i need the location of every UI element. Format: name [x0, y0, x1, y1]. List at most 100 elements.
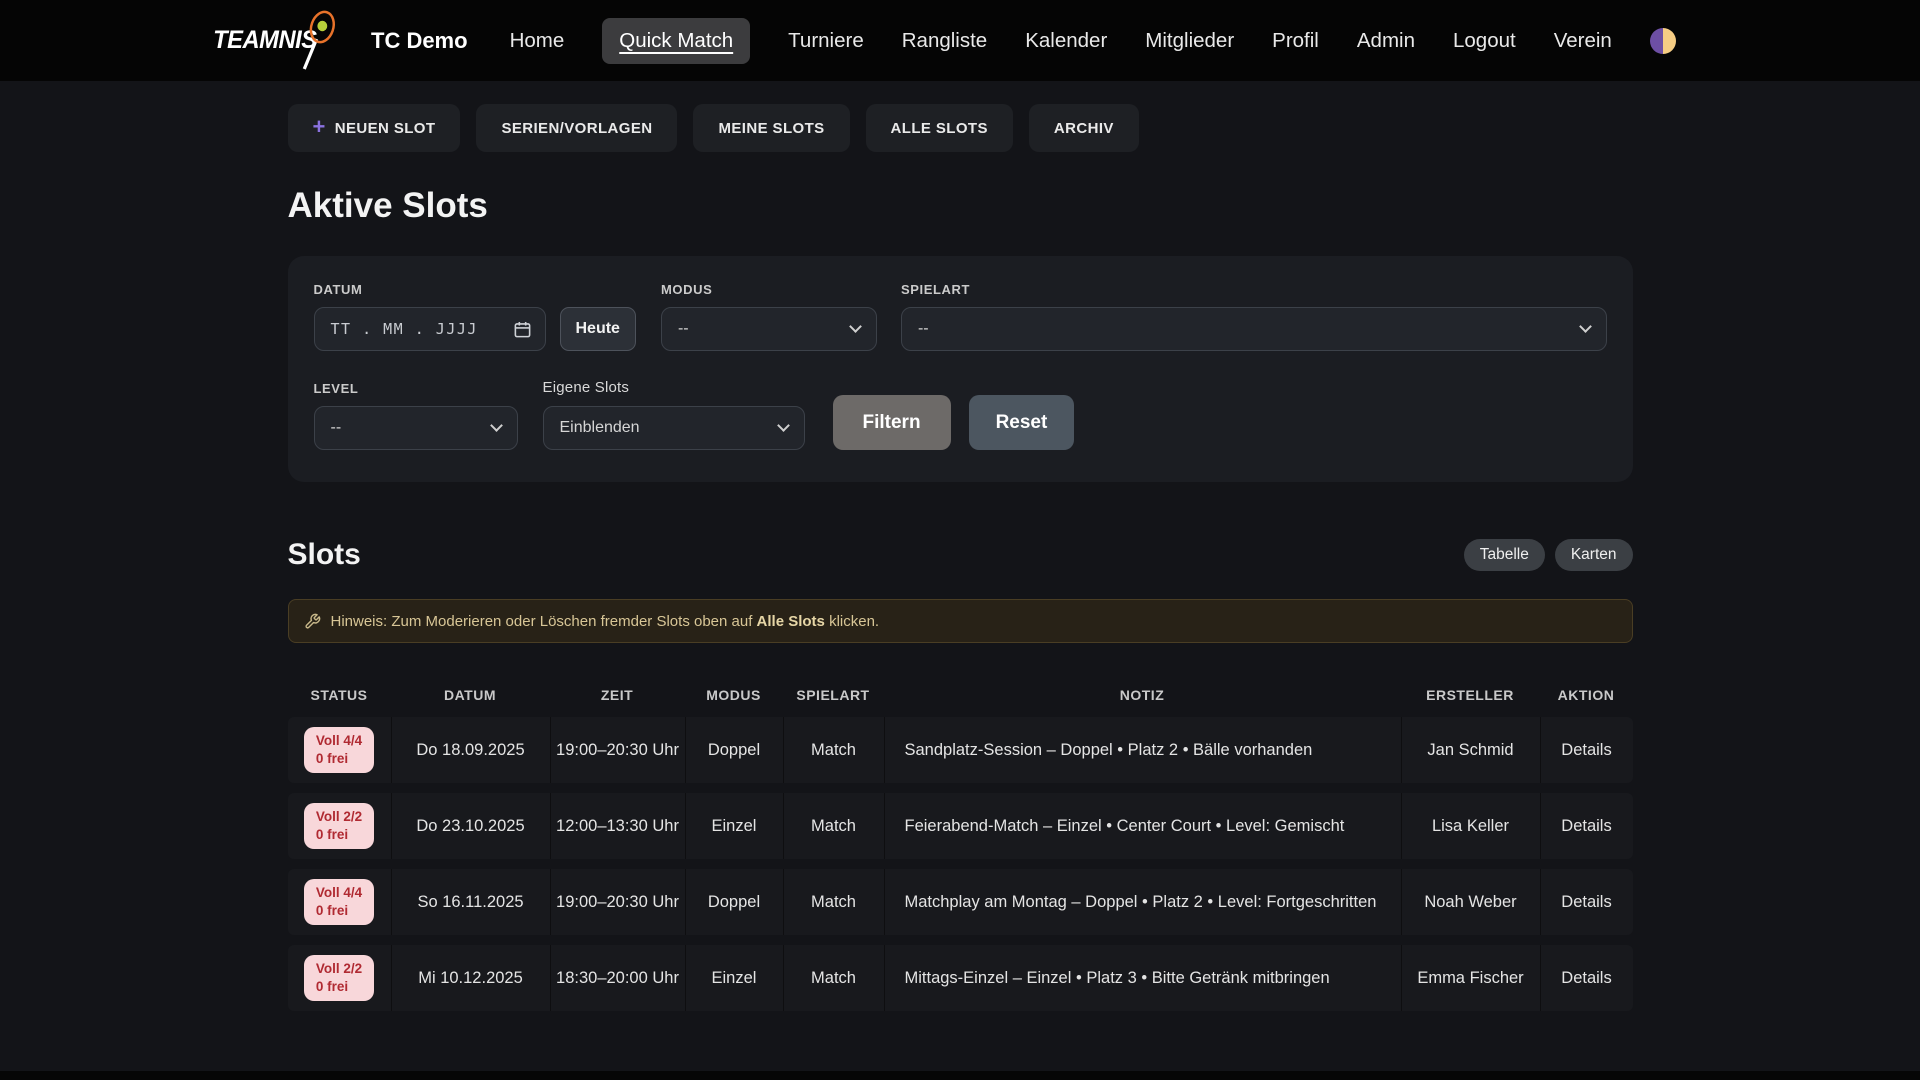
- serien-vorlagen-button[interactable]: SERIEN/VORLAGEN: [476, 104, 677, 152]
- status-cell: Voll 4/40 frei: [288, 717, 391, 783]
- table-row: Voll 2/20 frei Do 23.10.2025 12:00–13:30…: [288, 793, 1633, 859]
- chevron-down-icon: [1579, 320, 1592, 333]
- modus-value: --: [678, 320, 689, 338]
- spielart-cell: Match: [783, 717, 884, 783]
- eigene-slots-value: Einblenden: [560, 419, 640, 437]
- column-header-modus: MODUS: [685, 687, 783, 703]
- notice-text: Hinweis: Zum Moderieren oder Löschen fre…: [331, 613, 880, 630]
- top-nav: TEAMNIS TC Demo Home Quick Match Turniere R…: [0, 0, 1920, 81]
- slots-table: STATUSDATUMZEITMODUSSPIELARTNOTIZERSTELL…: [288, 673, 1633, 1011]
- modus-label: MODUS: [661, 282, 877, 297]
- filter-panel: DATUM TT . MM . JJJJ Heute MODUS: [288, 256, 1633, 482]
- datum-cell: Do 18.09.2025: [391, 717, 550, 783]
- modus-select[interactable]: --: [661, 307, 877, 351]
- datum-cell: Do 23.10.2025: [391, 793, 550, 859]
- nav-item-rangliste[interactable]: Rangliste: [902, 29, 987, 53]
- datum-label: DATUM: [314, 282, 636, 297]
- table-row: Voll 2/20 frei Mi 10.12.2025 18:30–20:00…: [288, 945, 1633, 1011]
- level-value: --: [331, 419, 342, 437]
- table-row: Voll 4/40 frei Do 18.09.2025 19:00–20:30…: [288, 717, 1633, 783]
- nav-item-home[interactable]: Home: [510, 29, 565, 53]
- slot-toolbar: +NEUEN SLOT SERIEN/VORLAGEN MEINE SLOTS ALL…: [288, 104, 1633, 152]
- column-header-aktion: AKTION: [1540, 687, 1633, 703]
- status-badge: Voll 2/20 frei: [304, 803, 374, 849]
- view-tabelle-button[interactable]: Tabelle: [1464, 539, 1545, 571]
- nav-item-quick-match[interactable]: Quick Match: [602, 18, 750, 64]
- column-header-status: STATUS: [288, 687, 391, 703]
- ersteller-cell: Lisa Keller: [1401, 793, 1540, 859]
- spielart-select[interactable]: --: [901, 307, 1607, 351]
- zeit-cell: 19:00–20:30 Uhr: [550, 869, 685, 935]
- status-badge: Voll 4/40 frei: [304, 727, 374, 773]
- theme-toggle-icon[interactable]: [1650, 28, 1676, 54]
- eigene-slots-label: Eigene Slots: [543, 379, 805, 396]
- status-badge: Voll 2/20 frei: [304, 955, 374, 1001]
- modus-cell: Einzel: [685, 793, 783, 859]
- details-link[interactable]: Details: [1561, 969, 1611, 988]
- chevron-down-icon: [849, 320, 862, 333]
- nav-links: Home Quick Match Turniere Rangliste Kalender…: [510, 18, 1612, 64]
- reset-button[interactable]: Reset: [969, 395, 1075, 450]
- filtern-button[interactable]: Filtern: [833, 395, 951, 450]
- nav-item-logout[interactable]: Logout: [1453, 29, 1516, 53]
- datum-cell: So 16.11.2025: [391, 869, 550, 935]
- chevron-down-icon: [777, 419, 790, 432]
- notiz-cell: Sandplatz-Session – Doppel • Platz 2 • B…: [884, 717, 1401, 783]
- column-header-ersteller: ERSTELLER: [1401, 687, 1540, 703]
- brand-logo[interactable]: TEAMNIS: [213, 26, 330, 55]
- spielart-cell: Match: [783, 793, 884, 859]
- alle-slots-button[interactable]: ALLE SLOTS: [866, 104, 1013, 152]
- nav-item-verein[interactable]: Verein: [1554, 29, 1612, 53]
- status-cell: Voll 2/20 frei: [288, 945, 391, 1011]
- main-content: +NEUEN SLOT SERIEN/VORLAGEN MEINE SLOTS ALL…: [288, 104, 1633, 1011]
- bottom-strip: [0, 1071, 1920, 1080]
- eigene-slots-select[interactable]: Einblenden: [543, 406, 805, 450]
- spielart-cell: Match: [783, 869, 884, 935]
- details-link[interactable]: Details: [1561, 741, 1611, 760]
- level-filter-group: LEVEL --: [314, 381, 518, 450]
- tennis-racket-icon: [292, 9, 345, 75]
- slots-title: Slots: [288, 538, 361, 572]
- details-link[interactable]: Details: [1561, 893, 1611, 912]
- nav-item-kalender[interactable]: Kalender: [1025, 29, 1107, 53]
- notice-highlight: Alle Slots: [757, 613, 825, 630]
- modus-cell: Doppel: [685, 717, 783, 783]
- ersteller-cell: Jan Schmid: [1401, 717, 1540, 783]
- neuen-slot-button[interactable]: +NEUEN SLOT: [288, 104, 461, 152]
- view-karten-button[interactable]: Karten: [1555, 539, 1633, 571]
- spielart-value: --: [918, 320, 929, 338]
- status-cell: Voll 4/40 frei: [288, 869, 391, 935]
- spielart-label: SPIELART: [901, 282, 1607, 297]
- nav-item-turniere[interactable]: Turniere: [788, 29, 864, 53]
- table-body: Voll 4/40 frei Do 18.09.2025 19:00–20:30…: [288, 717, 1633, 1011]
- column-header-zeit: ZEIT: [550, 687, 685, 703]
- nav-item-admin[interactable]: Admin: [1357, 29, 1415, 53]
- notiz-cell: Matchplay am Montag – Doppel • Platz 2 •…: [884, 869, 1401, 935]
- modus-cell: Einzel: [685, 945, 783, 1011]
- notiz-cell: Mittags-Einzel – Einzel • Platz 3 • Bitt…: [884, 945, 1401, 1011]
- nav-item-mitglieder[interactable]: Mitglieder: [1145, 29, 1234, 53]
- club-name[interactable]: TC Demo: [371, 28, 468, 54]
- archiv-button[interactable]: ARCHIV: [1029, 104, 1139, 152]
- details-link[interactable]: Details: [1561, 817, 1611, 836]
- wrench-icon: [304, 613, 321, 630]
- column-header-notiz: NOTIZ: [884, 687, 1401, 703]
- heute-button[interactable]: Heute: [560, 307, 636, 351]
- calendar-icon: [513, 320, 532, 339]
- view-toggle: Tabelle Karten: [1464, 539, 1633, 571]
- datum-cell: Mi 10.12.2025: [391, 945, 550, 1011]
- level-select[interactable]: --: [314, 406, 518, 450]
- datum-input[interactable]: TT . MM . JJJJ: [314, 307, 546, 351]
- datum-filter-group: DATUM TT . MM . JJJJ Heute: [314, 282, 636, 351]
- status-cell: Voll 2/20 frei: [288, 793, 391, 859]
- notiz-cell: Feierabend-Match – Einzel • Center Court…: [884, 793, 1401, 859]
- chevron-down-icon: [490, 419, 503, 432]
- meine-slots-button[interactable]: MEINE SLOTS: [693, 104, 849, 152]
- spielart-filter-group: SPIELART --: [901, 282, 1607, 351]
- column-header-spielart: SPIELART: [783, 687, 884, 703]
- table-header-row: STATUSDATUMZEITMODUSSPIELARTNOTIZERSTELL…: [288, 673, 1633, 717]
- zeit-cell: 18:30–20:00 Uhr: [550, 945, 685, 1011]
- nav-item-profil[interactable]: Profil: [1272, 29, 1319, 53]
- zeit-cell: 12:00–13:30 Uhr: [550, 793, 685, 859]
- page-title: Aktive Slots: [288, 186, 1633, 226]
